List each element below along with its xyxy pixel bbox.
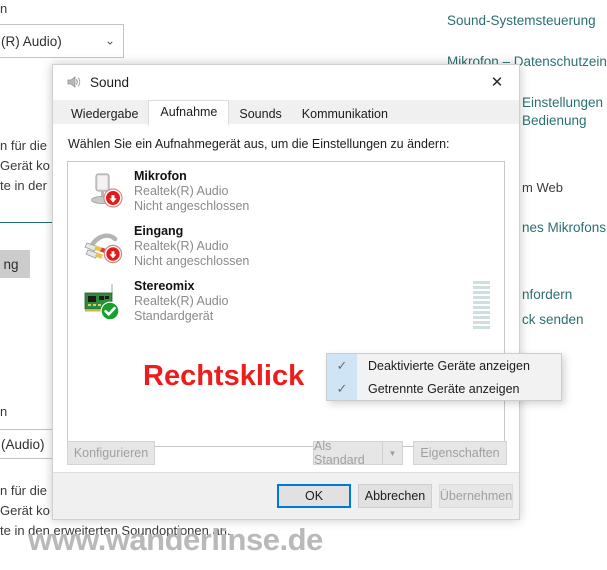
bg-link-settings-line2[interactable]: Bedienung bbox=[522, 113, 587, 128]
device-status: Nicht angeschlossen bbox=[134, 254, 250, 268]
background-button[interactable]: ng bbox=[0, 250, 30, 278]
dialog-footer: OK Abbrechen Übernehmen bbox=[53, 472, 519, 519]
tab-kommunikation[interactable]: Kommunikation bbox=[292, 103, 398, 126]
chevron-down-icon[interactable]: ▼ bbox=[382, 442, 402, 464]
recording-prompt: Wählen Sie ein Aufnahmegerät aus, um die… bbox=[68, 137, 450, 151]
configure-button-label: Konfigurieren bbox=[73, 446, 149, 460]
cancel-button[interactable]: Abbrechen bbox=[358, 484, 432, 508]
chevron-down-icon: ⌄ bbox=[104, 33, 115, 48]
annotation-rechtsklick: Rechtsklick bbox=[143, 360, 305, 392]
bg-text-5: n für die bbox=[0, 483, 47, 498]
bg-text-web: m Web bbox=[522, 180, 563, 195]
context-menu-item-label: Deaktivierte Geräte anzeigen bbox=[368, 358, 530, 373]
checkmark-icon: ✓ bbox=[327, 354, 357, 377]
set-default-button-label: Als Standard bbox=[314, 439, 365, 467]
volume-meter bbox=[473, 281, 490, 331]
sound-dialog: Sound ✕ Wiedergabe Aufnahme Sounds Kommu… bbox=[52, 64, 520, 520]
device-driver: Realtek(R) Audio bbox=[134, 184, 229, 198]
bg-link-settings-line1[interactable]: Einstellungen für bbox=[522, 95, 607, 110]
device-text-mikrofon: Mikrofon Realtek(R) Audio Nicht angeschl… bbox=[134, 169, 504, 214]
sound-card-icon bbox=[82, 280, 126, 324]
bg-text-1: n für die bbox=[0, 138, 47, 153]
device-name: Eingang bbox=[134, 224, 184, 238]
apply-button: Übernehmen bbox=[439, 484, 513, 508]
ok-button-label: OK bbox=[304, 489, 324, 503]
checkmark-icon: ✓ bbox=[327, 377, 357, 400]
device-status: Nicht angeschlossen bbox=[134, 199, 250, 213]
dialog-body: Wählen Sie ein Aufnahmegerät aus, um die… bbox=[53, 124, 519, 473]
dialog-title-bar: Sound ✕ bbox=[53, 65, 519, 100]
tab-wiedergabe[interactable]: Wiedergabe bbox=[61, 103, 148, 126]
background-combobox-value: (R) Audio) bbox=[1, 33, 62, 49]
bg-link-microphone-troubleshoot[interactable]: nes Mikrofons bbox=[522, 220, 606, 235]
device-driver: Realtek(R) Audio bbox=[134, 294, 229, 308]
device-text-eingang: Eingang Realtek(R) Audio Nicht angeschlo… bbox=[134, 224, 504, 269]
bg-link-request-help[interactable]: nfordern bbox=[522, 287, 572, 302]
set-default-button[interactable]: Als Standard ▼ bbox=[313, 439, 403, 467]
properties-button-label: Eigenschaften bbox=[420, 446, 500, 460]
dialog-tab-strip: Wiedergabe Aufnahme Sounds Kommunikation bbox=[53, 100, 519, 126]
speaker-icon bbox=[65, 74, 81, 90]
bg-text-6: Gerät ko bbox=[0, 503, 50, 518]
ok-button[interactable]: OK bbox=[277, 484, 351, 508]
background-combobox-2-value: (Audio) bbox=[1, 436, 45, 452]
context-menu-item-show-disabled[interactable]: ✓ Deaktivierte Geräte anzeigen bbox=[327, 354, 561, 377]
device-row-stereomix[interactable]: Stereomix Realtek(R) Audio Standardgerät bbox=[68, 272, 504, 329]
background-divider bbox=[0, 222, 52, 223]
device-name: Mikrofon bbox=[134, 169, 187, 183]
microphone-icon bbox=[82, 170, 126, 214]
bg-text-0: n bbox=[0, 1, 8, 16]
tab-aufnahme[interactable]: Aufnahme bbox=[148, 100, 230, 126]
apply-button-label: Übernehmen bbox=[439, 489, 513, 503]
cancel-button-label: Abbrechen bbox=[364, 489, 426, 503]
device-row-eingang[interactable]: Eingang Realtek(R) Audio Nicht angeschlo… bbox=[68, 217, 504, 272]
bg-text-2: Gerät ko bbox=[0, 158, 50, 173]
line-in-jack-icon bbox=[82, 225, 126, 269]
properties-button[interactable]: Eigenschaften bbox=[413, 441, 507, 465]
bg-text-4: n bbox=[0, 404, 8, 419]
close-icon[interactable]: ✕ bbox=[475, 65, 519, 99]
background-audio-device-combobox[interactable]: (R) Audio) ⌄ bbox=[0, 24, 124, 58]
context-menu[interactable]: ✓ Deaktivierte Geräte anzeigen ✓ Getrenn… bbox=[326, 353, 562, 401]
dialog-title: Sound bbox=[90, 74, 130, 90]
context-menu-item-label: Getrennte Geräte anzeigen bbox=[368, 381, 520, 396]
recording-device-list[interactable]: Mikrofon Realtek(R) Audio Nicht angeschl… bbox=[67, 161, 505, 447]
watermark: www.wanderlinse.de bbox=[28, 522, 323, 557]
background-button-label: ng bbox=[3, 256, 19, 272]
device-text-stereomix: Stereomix Realtek(R) Audio Standardgerät bbox=[134, 279, 504, 324]
device-action-buttons: Konfigurieren Als Standard ▼ Eigenschaft… bbox=[67, 439, 507, 467]
bg-link-send-feedback[interactable]: ck senden bbox=[522, 312, 584, 327]
device-name: Stereomix bbox=[134, 279, 195, 293]
bg-link-sound-control-panel[interactable]: Sound-Systemsteuerung bbox=[447, 13, 596, 28]
context-menu-item-show-disconnected[interactable]: ✓ Getrennte Geräte anzeigen bbox=[327, 377, 561, 400]
tab-sounds[interactable]: Sounds bbox=[229, 103, 291, 126]
configure-button[interactable]: Konfigurieren bbox=[67, 441, 155, 465]
device-row-mikrofon[interactable]: Mikrofon Realtek(R) Audio Nicht angeschl… bbox=[68, 162, 504, 217]
device-status: Standardgerät bbox=[134, 309, 214, 323]
device-driver: Realtek(R) Audio bbox=[134, 239, 229, 253]
bg-text-3: te in der bbox=[0, 178, 47, 193]
